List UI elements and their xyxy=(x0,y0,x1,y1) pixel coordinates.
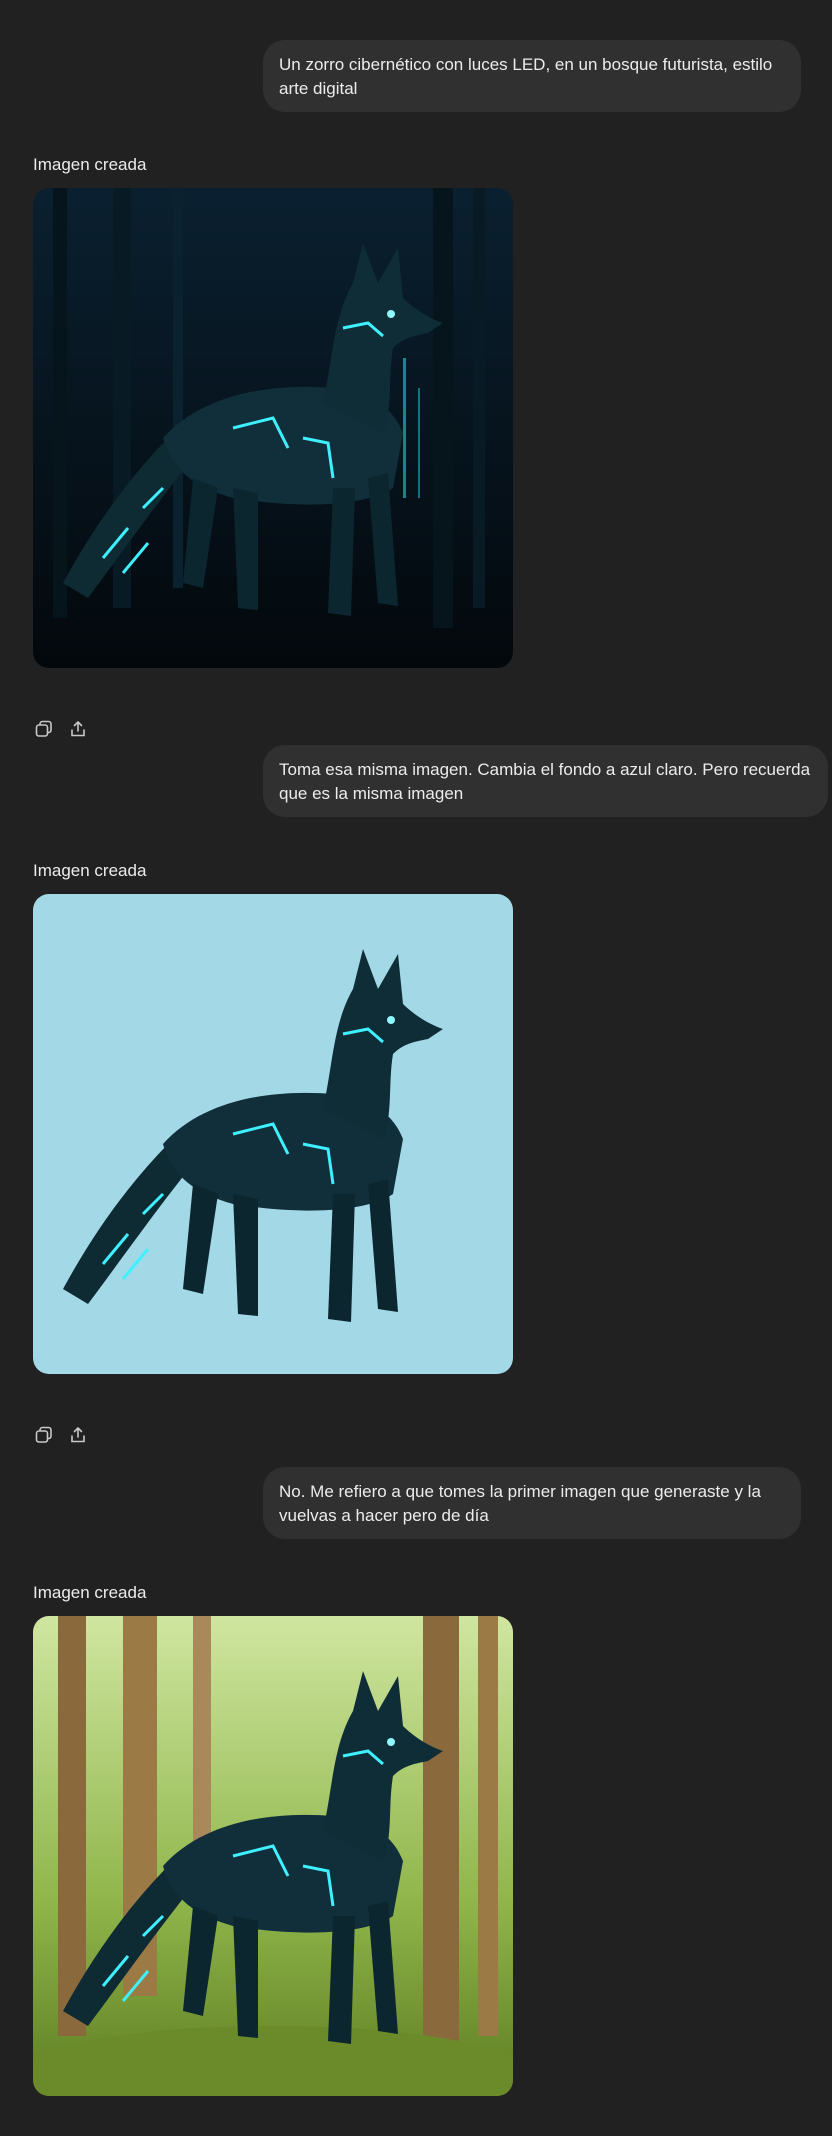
generated-image-night-forest[interactable] xyxy=(33,188,513,668)
cyber-fox-night-forest-image xyxy=(33,188,513,668)
image-created-label: Imagen creada xyxy=(33,1583,147,1602)
user-message-text: No. Me refiero a que tomes la primer ima… xyxy=(279,1482,761,1525)
user-message-text: Toma esa misma imagen. Cambia el fondo a… xyxy=(279,760,811,803)
copy-icon[interactable] xyxy=(33,1424,55,1446)
image-created-label: Imagen creada xyxy=(33,861,147,880)
cyber-fox-day-forest-image xyxy=(33,1616,513,2096)
image-created-label: Imagen creada xyxy=(33,155,147,174)
response-actions xyxy=(33,718,89,740)
generated-image-day-forest[interactable] xyxy=(33,1616,513,2096)
user-message-1: Un zorro cibernético con luces LED, en u… xyxy=(263,40,801,112)
user-message-3: No. Me refiero a que tomes la primer ima… xyxy=(263,1467,801,1539)
user-message-text: Un zorro cibernético con luces LED, en u… xyxy=(279,55,773,98)
share-icon[interactable] xyxy=(67,718,89,740)
response-actions xyxy=(33,1424,89,1446)
generated-image-light-blue[interactable] xyxy=(33,894,513,1374)
user-message-2: Toma esa misma imagen. Cambia el fondo a… xyxy=(263,745,828,817)
share-icon[interactable] xyxy=(67,1424,89,1446)
copy-icon[interactable] xyxy=(33,718,55,740)
cyber-fox-light-blue-image xyxy=(33,894,513,1374)
